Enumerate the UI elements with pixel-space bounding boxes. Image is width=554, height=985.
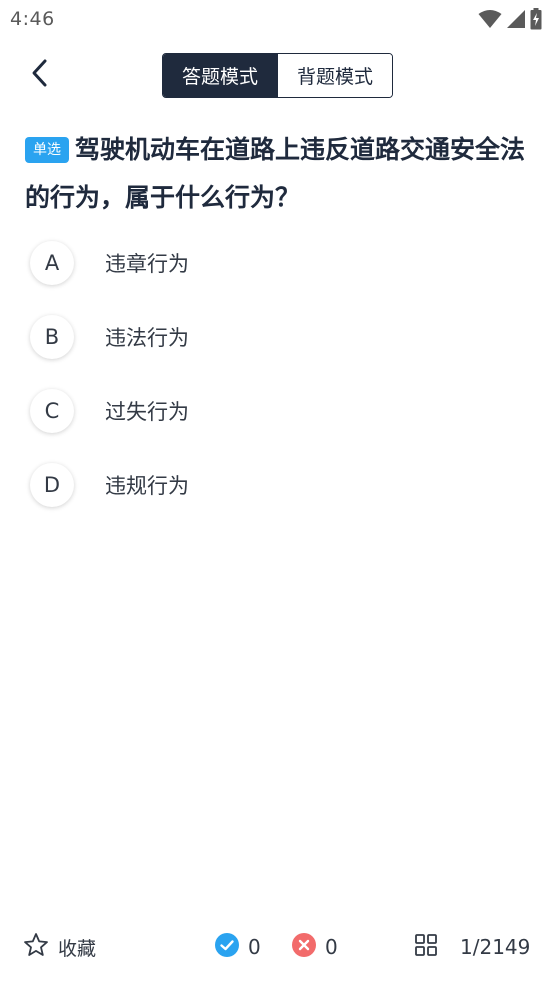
option-text: 违法行为 xyxy=(105,326,189,350)
status-icons xyxy=(478,8,542,30)
tab-memorize-mode[interactable]: 背题模式 xyxy=(277,54,392,97)
option-a[interactable]: A 违章行为 xyxy=(30,226,530,300)
screen: 4:46 答题模式 背题模式 单选 驾驶机动车在道路上违反道路交通安全法的行为，… xyxy=(0,0,554,985)
wrong-count: 0 xyxy=(325,935,338,959)
correct-count: 0 xyxy=(248,935,261,959)
correct-counter: 0 xyxy=(215,917,261,977)
favorite-label: 收藏 xyxy=(58,937,97,960)
mode-switch: 答题模式 背题模式 xyxy=(162,53,393,98)
option-text: 过失行为 xyxy=(105,400,189,424)
option-letter: C xyxy=(30,389,74,433)
favorite-button[interactable]: 收藏 xyxy=(23,917,96,977)
options-list: A 违章行为 B 违法行为 C 过失行为 D 违规行为 xyxy=(30,226,530,522)
option-c[interactable]: C 过失行为 xyxy=(30,374,530,448)
option-text: 违规行为 xyxy=(105,474,189,498)
option-letter: A xyxy=(30,241,74,285)
question-text: 驾驶机动车在道路上违反道路交通安全法的行为，属于什么行为？ xyxy=(25,135,526,212)
x-circle-icon xyxy=(292,933,316,961)
header: 答题模式 背题模式 xyxy=(0,44,554,106)
question-type-badge: 单选 xyxy=(25,137,69,163)
signal-icon xyxy=(506,9,526,29)
wrong-counter: 0 xyxy=(292,917,338,977)
option-letter: D xyxy=(30,463,74,507)
bottom-bar: 收藏 0 0 1/2149 xyxy=(0,917,554,977)
back-button[interactable] xyxy=(22,56,58,94)
status-bar: 4:46 xyxy=(0,0,554,38)
tab-answer-mode[interactable]: 答题模式 xyxy=(163,54,277,97)
chevron-left-icon xyxy=(30,58,50,92)
option-d[interactable]: D 违规行为 xyxy=(30,448,530,522)
option-text: 违章行为 xyxy=(105,252,189,276)
status-time: 4:46 xyxy=(10,8,55,30)
progress-label: 1/2149 xyxy=(460,935,531,959)
grid-icon xyxy=(414,933,438,961)
wifi-icon xyxy=(478,9,502,29)
question-index-button[interactable]: 1/2149 xyxy=(414,917,530,977)
check-circle-icon xyxy=(215,933,239,961)
star-icon xyxy=(23,932,49,962)
question: 单选 驾驶机动车在道路上违反道路交通安全法的行为，属于什么行为？ xyxy=(25,126,530,222)
option-letter: B xyxy=(30,315,74,359)
option-b[interactable]: B 违法行为 xyxy=(30,300,530,374)
battery-charging-icon xyxy=(530,8,542,30)
